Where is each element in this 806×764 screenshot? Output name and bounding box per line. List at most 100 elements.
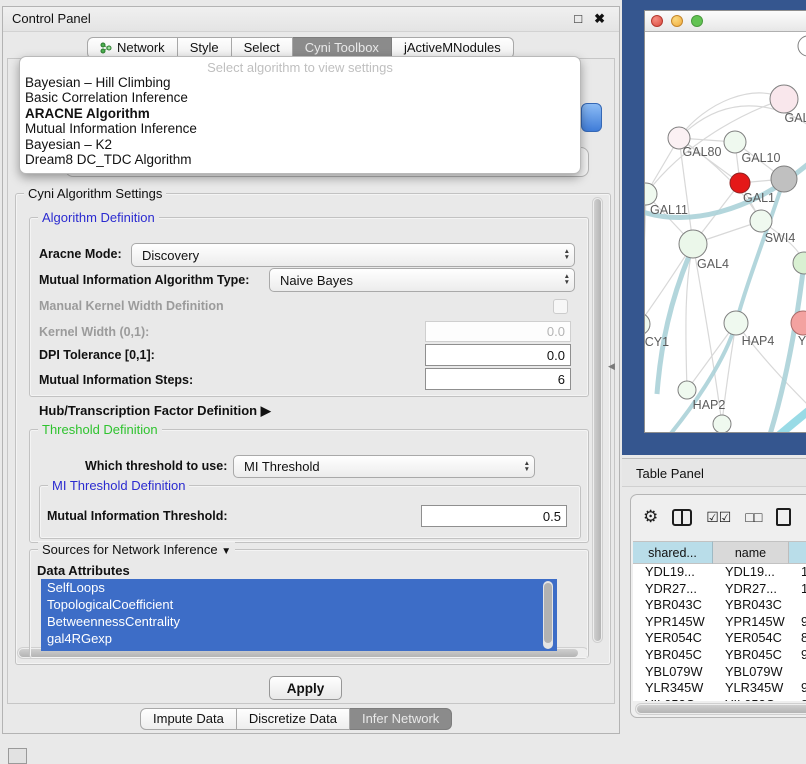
network-node-cut-top[interactable] [798, 36, 806, 56]
network-node-GCY1[interactable] [645, 313, 650, 335]
attributes-scrollbar[interactable] [543, 581, 553, 649]
manual-kernel-width-checkbox[interactable] [553, 299, 568, 314]
table-panel-title: Table Panel [636, 466, 704, 481]
mi-steps-value: 6 [558, 372, 565, 387]
mi-threshold-label: Mutual Information Threshold: [47, 509, 228, 523]
tab-discretize-data[interactable]: Discretize Data [237, 708, 350, 730]
apply-button[interactable]: Apply [269, 676, 342, 700]
table-row[interactable]: YIL052CYIL052C9. [633, 697, 806, 701]
algorithm-option[interactable]: ARACNE Algorithm [20, 106, 580, 121]
table-row[interactable]: YER054CYER054C8. [633, 630, 806, 647]
network-node-bottom-cut[interactable] [713, 415, 731, 433]
network-node-SWI4[interactable] [750, 210, 772, 232]
network-node-GAL11[interactable] [645, 183, 657, 205]
combo-stepper-icon: ▲▼ [524, 456, 530, 477]
algorithm-option[interactable]: Bayesian – Hill Climbing [20, 75, 580, 90]
network-view-frame: GALGAL80GAL10GAL1GAL11SWI4GAL4GCY1HAP4YH… [622, 0, 806, 455]
mi-steps-field[interactable]: 6 [425, 368, 571, 390]
table-cell: 9. [789, 697, 806, 701]
hub-definition-toggle[interactable]: Hub/Transcription Factor Definition ▶ [39, 403, 271, 419]
settings-vertical-scrollbar[interactable] [592, 197, 603, 643]
split-pane-collapse-icon[interactable]: ◀ [608, 361, 615, 372]
network-node-GAL1[interactable] [730, 173, 750, 193]
close-icon[interactable]: ✖ [594, 7, 605, 31]
network-node-gray-node[interactable] [771, 166, 797, 192]
network-node-label: GAL11 [650, 203, 688, 217]
tab-select-label: Select [244, 38, 280, 58]
which-threshold-value: MI Threshold [244, 459, 320, 474]
table-row[interactable]: YPR145WYPR145W9. [633, 614, 806, 631]
table-cell: 13 [789, 564, 806, 581]
threshold-definition-title: Threshold Definition [38, 422, 162, 437]
table-column-header[interactable]: shared... [633, 541, 713, 564]
mi-threshold-definition-title: MI Threshold Definition [48, 478, 189, 493]
algorithm-option[interactable]: Dream8 DC_TDC Algorithm [20, 152, 580, 167]
deselect-all-checkboxes-icon[interactable]: □□ [745, 509, 762, 525]
data-attributes-label: Data Attributes [37, 563, 130, 578]
apply-button-label: Apply [287, 681, 325, 696]
network-node-GAL4[interactable] [679, 230, 707, 258]
algorithm-option[interactable]: Bayesian – K2 [20, 137, 580, 152]
table-row[interactable]: YBL079WYBL079W [633, 664, 806, 681]
mi-threshold-value: 0.5 [543, 509, 561, 524]
tab-discretize-data-label: Discretize Data [249, 709, 337, 729]
table-cell: YBR043C [633, 597, 713, 614]
table-row[interactable]: YLR345WYLR345W9. [633, 680, 806, 697]
network-graph-canvas[interactable]: GALGAL80GAL10GAL1GAL11SWI4GAL4GCY1HAP4YH… [645, 32, 806, 433]
table-column-header[interactable]: name [713, 541, 789, 564]
tab-impute-data[interactable]: Impute Data [140, 708, 237, 730]
network-node-green-right[interactable] [793, 252, 806, 274]
combo-stepper-icon: ▲▼ [564, 244, 570, 266]
close-traffic-light-icon[interactable] [651, 15, 663, 27]
table-column-header[interactable] [789, 541, 806, 564]
bottom-tabs: Impute Data Discretize Data Infer Networ… [140, 708, 452, 730]
table-toolbar: ⚙ ☑☑ □□ [631, 495, 806, 539]
aracne-mode-combo[interactable]: Discovery ▲▼ [131, 243, 575, 267]
column-layout-icon[interactable] [672, 509, 692, 526]
table-cell: YDR27... [713, 581, 789, 598]
table-cell: YER054C [633, 630, 713, 647]
gear-icon[interactable]: ⚙ [643, 507, 658, 527]
network-node-HAP2[interactable] [678, 381, 696, 399]
mi-threshold-field[interactable]: 0.5 [421, 505, 567, 527]
table-row[interactable]: YDL19...YDL19...13 [633, 564, 806, 581]
table-cell: YDR27... [633, 581, 713, 598]
network-node-label: GAL10 [742, 151, 781, 165]
table-cell: YPR145W [713, 614, 789, 631]
combo-stepper-icon: ▲▼ [564, 269, 570, 291]
control-panel-title: Control Panel [12, 11, 91, 26]
which-threshold-combo[interactable]: MI Threshold ▲▼ [233, 455, 535, 478]
table-cell: YBR045C [713, 647, 789, 664]
algorithm-option[interactable]: Mutual Information Inference [20, 121, 580, 136]
tab-infer-network[interactable]: Infer Network [350, 708, 452, 730]
table-cell [789, 664, 806, 681]
algorithm-option[interactable]: Basic Correlation Inference [20, 90, 580, 105]
mi-algorithm-type-combo[interactable]: Naive Bayes ▲▼ [269, 268, 575, 292]
sources-toggle[interactable]: Sources for Network Inference ▼ [38, 542, 235, 557]
table-row[interactable]: YDR27...YDR27...12 [633, 581, 806, 598]
table-cell: YIL052C [633, 697, 713, 701]
table-row[interactable]: YBR043CYBR043C [633, 597, 806, 614]
data-attribute-item[interactable]: TopologicalCoefficient [41, 596, 557, 613]
select-all-checkboxes-icon[interactable]: ☑☑ [706, 509, 731, 526]
table-cell: YBR043C [713, 597, 789, 614]
network-node-HAP4[interactable] [724, 311, 748, 335]
minimize-traffic-light-icon[interactable] [671, 15, 683, 27]
network-node-GAL10[interactable] [724, 131, 746, 153]
zoom-traffic-light-icon[interactable] [691, 15, 703, 27]
data-attribute-item[interactable]: BetweennessCentrality [41, 613, 557, 630]
table-cell: 8. [789, 630, 806, 647]
algorithm-combo-stepper[interactable] [581, 103, 602, 132]
data-attribute-item[interactable]: SelfLoops [41, 579, 557, 596]
kernel-width-field[interactable]: 0.0 [425, 321, 571, 342]
network-node-GAL-pink[interactable] [770, 85, 798, 113]
network-edge [763, 263, 804, 433]
table-horizontal-scrollbar[interactable] [635, 703, 806, 715]
data-attribute-item[interactable]: gal4RGexp [41, 630, 557, 647]
document-icon[interactable] [776, 508, 791, 526]
network-tree-icon [100, 42, 112, 54]
table-row[interactable]: YBR045CYBR045C9. [633, 647, 806, 664]
dpi-tolerance-field[interactable]: 0.0 [425, 344, 571, 366]
tab-infer-network-label: Infer Network [362, 709, 439, 729]
float-window-icon[interactable]: □ [574, 7, 582, 31]
